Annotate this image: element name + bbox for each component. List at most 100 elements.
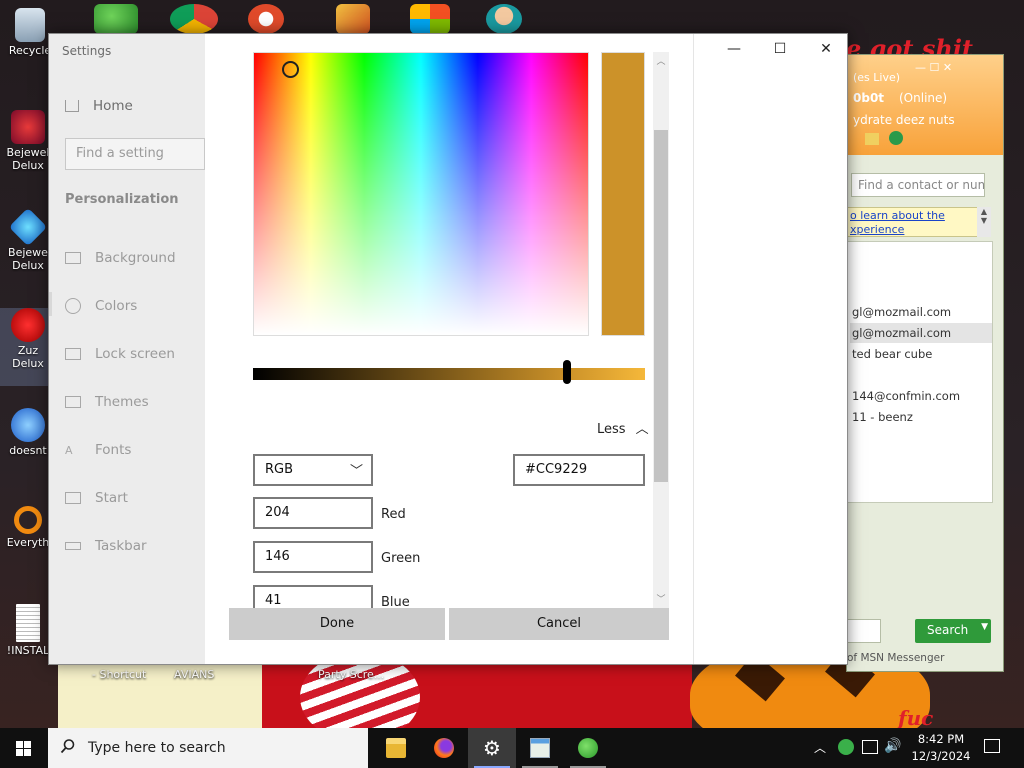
msn-footer[interactable]: of MSN Messenger	[847, 652, 944, 664]
colors-icon	[65, 298, 81, 314]
taskbar-app-settings[interactable]: ⚙	[468, 728, 516, 768]
sidebar-item-label: Fonts	[95, 442, 132, 458]
color-spectrum[interactable]	[253, 52, 589, 336]
zuma-icon	[11, 308, 45, 342]
msn-contact-search[interactable]: Find a contact or numbe	[851, 173, 985, 197]
chrome-icon[interactable]	[170, 4, 218, 34]
opera-icon[interactable]	[248, 4, 284, 34]
start-icon	[65, 492, 81, 504]
sidebar-item-background[interactable]: Background	[65, 250, 176, 266]
sidebar-item-start[interactable]: Start	[65, 490, 128, 506]
sidebar-item-home[interactable]: Home	[65, 98, 133, 114]
hex-input[interactable]: #CC9229	[513, 454, 645, 486]
scroll-up-arrow[interactable]: ︿	[653, 54, 669, 68]
taskbar-search-box[interactable]: Type here to search	[48, 728, 368, 768]
brightness-slider[interactable]	[253, 368, 645, 380]
sidebar-item-themes[interactable]: Themes	[65, 394, 149, 410]
sidebar-item-label: Colors	[95, 298, 138, 314]
msn-search-button[interactable]: Search ▼	[915, 619, 991, 643]
settings-sidebar: Settings Home Find a setting Personaliza…	[49, 34, 205, 664]
taskbar-app-firefox[interactable]	[420, 728, 468, 768]
cancel-button[interactable]: Cancel	[449, 608, 669, 640]
red-input[interactable]: 204	[253, 497, 373, 529]
msn-contact-item[interactable]: 11 - beenz	[850, 407, 992, 427]
desktop-label-party[interactable]: Party Scre...	[318, 668, 384, 681]
msn-status[interactable]: (Online)	[899, 91, 947, 105]
taskbar-clock[interactable]: 8:42 PM 12/3/2024	[908, 731, 974, 765]
msn-contact-item[interactable]: ted bear cube	[850, 344, 992, 364]
close-button[interactable]: ✕	[803, 34, 849, 64]
wallpaper-text-2: fuc	[898, 706, 934, 730]
sidebar-item-label: Home	[93, 98, 133, 114]
msn-promo-link[interactable]: o learn about the	[850, 209, 945, 222]
notifications-icon[interactable]	[984, 739, 1000, 753]
mail-icon[interactable]	[865, 133, 879, 145]
scroll-down-arrow[interactable]: ﹀	[653, 592, 669, 606]
msn-window-controls[interactable]: — ☐ ✕	[915, 61, 952, 74]
minimize-button[interactable]: —	[711, 34, 757, 64]
clock-date: 12/3/2024	[911, 749, 971, 763]
gear-icon: ⚙	[483, 736, 501, 760]
color-mode-select[interactable]: RGB ﹀	[253, 454, 373, 486]
msn-contact-item[interactable]: gl@mozmail.com	[850, 323, 992, 343]
done-button[interactable]: Done	[229, 608, 445, 640]
home-icon	[65, 100, 79, 112]
lock-screen-icon	[65, 348, 81, 360]
messenger-people-icon	[578, 738, 598, 758]
brightness-slider-thumb[interactable]	[562, 360, 571, 384]
taskbar-app-file-explorer[interactable]	[372, 728, 420, 768]
section-title: Personalization	[65, 192, 179, 207]
messenger-people-icon[interactable]	[94, 4, 138, 34]
msn-contact-item[interactable]: gl@mozmail.com	[850, 302, 992, 322]
chevron-down-icon[interactable]: ▼	[981, 622, 988, 632]
window-title: Settings	[62, 44, 112, 58]
sidebar-item-label: Background	[95, 250, 176, 266]
volume-icon[interactable]: 🔊	[884, 738, 901, 768]
red-label: Red	[381, 507, 406, 522]
tray-overflow-chevron-icon[interactable]: ︿	[814, 739, 826, 768]
taskbar-icon	[65, 542, 81, 550]
media-icon[interactable]	[336, 4, 370, 34]
avatar-icon[interactable]	[486, 4, 522, 34]
msn-username[interactable]: 0b0t	[853, 91, 884, 105]
settings-window[interactable]: Settings Home Find a setting Personaliza…	[48, 33, 848, 665]
fonts-icon: A	[65, 444, 73, 457]
msn-title: (es Live)	[853, 71, 901, 84]
taskbar: Type here to search ⚙ ︿ 🔊 8:42 PM 12/3/2…	[0, 728, 1024, 768]
msn-web-search-input[interactable]	[847, 619, 881, 643]
msn-globe-icon[interactable]	[889, 131, 903, 145]
msn-messenger-window[interactable]: (es Live) 0b0t (Online) ydrate deez nuts…	[846, 54, 1004, 672]
search-icon	[60, 739, 75, 754]
start-button[interactable]	[0, 728, 48, 768]
dialog-scrollbar-thumb[interactable]	[654, 130, 668, 482]
sidebar-item-fonts[interactable]: A Fonts	[65, 442, 131, 458]
firefox-icon	[434, 738, 454, 758]
msn-header: (es Live) 0b0t (Online) ydrate deez nuts…	[847, 55, 1003, 155]
desktop-label-shortcut[interactable]: - Shortcut	[92, 668, 146, 681]
msn-personal-message[interactable]: ydrate deez nuts	[853, 113, 955, 127]
custom-color-dialog: ︿ ﹀ Less ︿ RGB ﹀ #CC9229 204 Red 146 Gree…	[205, 34, 693, 664]
msn-contact-list: gl@mozmail.com gl@mozmail.com ted bear c…	[847, 241, 993, 503]
sidebar-item-colors[interactable]: Colors	[65, 298, 137, 314]
msn-promo-box: o learn about the xperience	[847, 207, 987, 237]
spectrum-handle[interactable]	[282, 61, 299, 78]
sidebar-item-label: Lock screen	[95, 346, 175, 362]
sidebar-item-lock-screen[interactable]: Lock screen	[65, 346, 175, 362]
network-icon[interactable]	[862, 740, 878, 754]
maximize-button[interactable]: ☐	[757, 34, 803, 64]
msn-promo-link-2[interactable]: xperience	[850, 223, 904, 236]
messenger-icon	[11, 408, 45, 442]
tray-messenger-icon[interactable]	[838, 739, 854, 755]
taskbar-app-msn[interactable]	[564, 728, 612, 768]
green-input[interactable]: 146	[253, 541, 373, 573]
msn-contact-item[interactable]: 144@confmin.com	[850, 386, 992, 406]
less-toggle[interactable]: Less ︿	[597, 418, 649, 437]
windows-logo-icon[interactable]	[410, 4, 450, 34]
desktop-label-avians[interactable]: AVIANS	[174, 668, 214, 681]
find-setting-input[interactable]: Find a setting	[65, 138, 205, 170]
sidebar-item-taskbar[interactable]: Taskbar	[65, 538, 147, 554]
msn-promo-scroll[interactable]: ▲ ▼	[977, 207, 991, 237]
folder-icon	[386, 738, 406, 758]
taskbar-app-task-manager[interactable]	[516, 728, 564, 768]
everything-search-icon	[14, 506, 42, 534]
